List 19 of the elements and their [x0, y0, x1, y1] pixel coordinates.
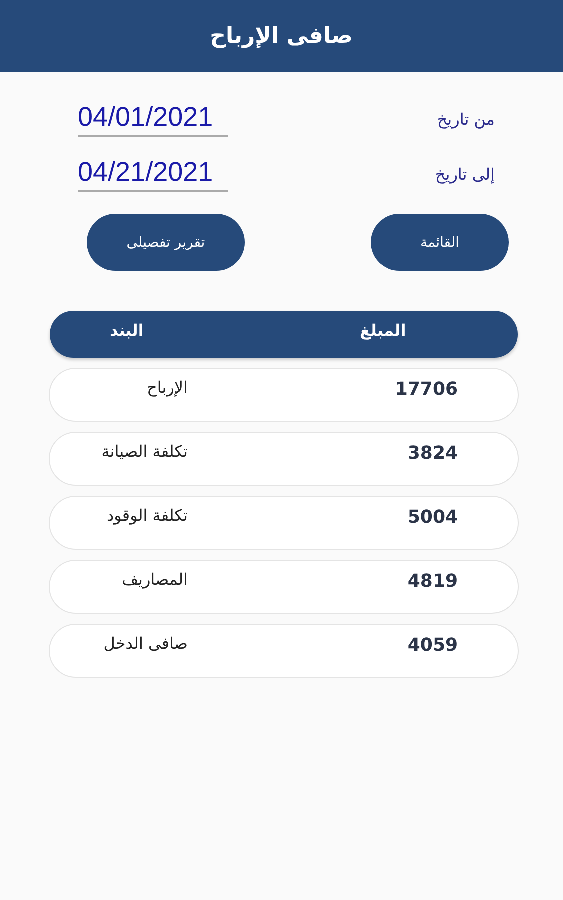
amount-cell: 3824 — [408, 443, 458, 464]
date-field[interactable]: 04/01/2021 — [78, 102, 228, 137]
field-label: من تاريخ — [437, 110, 495, 129]
item-cell: تكلفة الوقود — [107, 506, 188, 525]
amount-cell: 5004 — [408, 507, 458, 528]
screen-title: صافى الإرباح — [210, 24, 353, 48]
column-header: البند — [110, 321, 144, 340]
item-cell: صافى الدخل — [104, 634, 188, 653]
amount-cell: 4059 — [408, 635, 458, 656]
column-header: المبلغ — [360, 321, 406, 340]
amount-cell: 17706 — [395, 379, 458, 400]
field-label: إلى تاريخ — [435, 165, 495, 184]
item-cell: تكلفة الصيانة — [102, 442, 188, 461]
action-button[interactable]: القائمة — [371, 214, 509, 271]
date-field[interactable]: 04/21/2021 — [78, 157, 228, 192]
item-cell: المصاريف — [122, 570, 188, 589]
action-button[interactable]: تقرير تفصيلى — [87, 214, 245, 271]
amount-cell: 4819 — [408, 571, 458, 592]
item-cell: الإرباح — [147, 378, 188, 397]
